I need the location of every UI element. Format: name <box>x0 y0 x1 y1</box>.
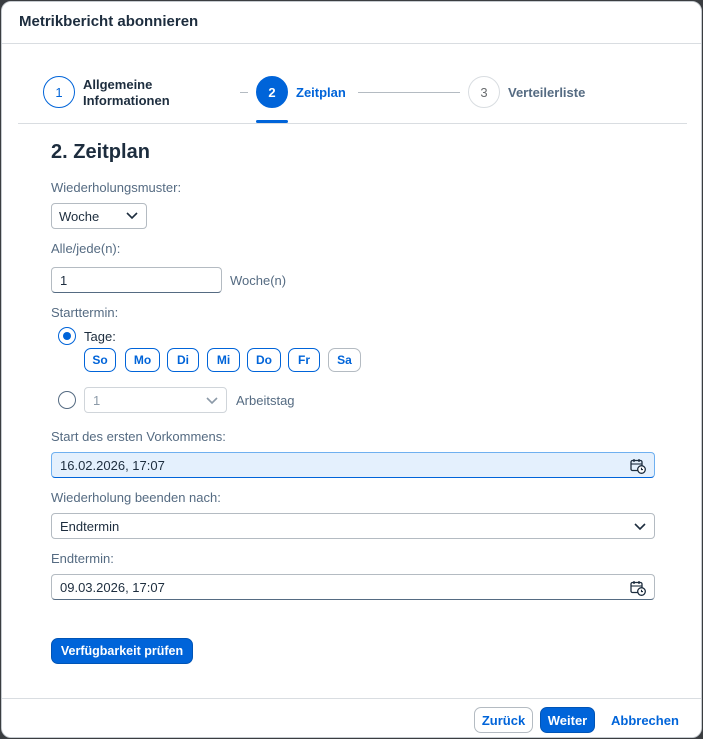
day-button-mo[interactable]: Mo <box>125 348 160 372</box>
wizard-steps: 1 Allgemeine Informationen 2 Zeitplan 3 … <box>18 44 687 124</box>
calendar-clock-icon[interactable] <box>630 580 646 596</box>
day-button-fr[interactable]: Fr <box>288 348 320 372</box>
active-step-indicator <box>256 120 288 123</box>
first-occurrence-label: Start des ersten Vorkommens: <box>51 429 226 444</box>
first-occurrence-input[interactable]: 16.02.2026, 17:07 <box>51 452 655 478</box>
days-radio[interactable] <box>58 327 76 345</box>
start-label: Starttermin: <box>51 305 119 320</box>
step-3-label[interactable]: Verteilerliste <box>508 85 585 101</box>
day-button-so[interactable]: So <box>84 348 116 372</box>
chevron-down-icon <box>126 212 138 220</box>
end-after-select[interactable]: Endtermin <box>51 513 655 539</box>
end-date-label: Endtermin: <box>51 551 114 566</box>
first-occurrence-value: 16.02.2026, 17:07 <box>60 458 165 473</box>
workday-radio[interactable] <box>58 391 76 409</box>
cancel-button[interactable]: Abbrechen <box>611 713 679 728</box>
recurrence-label: Wiederholungsmuster: <box>51 180 182 195</box>
end-after-value: Endtermin <box>60 519 120 534</box>
step-1-circle[interactable]: 1 <box>43 76 75 108</box>
dialog-header: Metrikbericht abonnieren <box>2 2 701 44</box>
chevron-down-icon <box>206 397 218 405</box>
dialog-title: Metrikbericht abonnieren <box>19 13 199 30</box>
workday-label: Arbeitstag <box>236 393 295 408</box>
dialog-footer: Zurück Weiter Abbrechen <box>2 698 701 737</box>
step-3-circle[interactable]: 3 <box>468 76 500 108</box>
chevron-down-icon <box>634 523 646 531</box>
every-input[interactable]: 1 <box>51 267 222 293</box>
calendar-clock-icon[interactable] <box>630 458 646 474</box>
day-button-di[interactable]: Di <box>167 348 199 372</box>
section-title: 2. Zeitplan <box>51 141 150 163</box>
check-availability-button[interactable]: Verfügbarkeit prüfen <box>51 638 193 664</box>
workday-select[interactable]: 1 <box>84 387 227 413</box>
workday-value: 1 <box>93 393 101 408</box>
step-2-circle[interactable]: 2 <box>256 76 288 108</box>
step-1-label[interactable]: Allgemeine Informationen <box>83 77 170 109</box>
every-unit: Woche(n) <box>230 273 287 288</box>
day-button-mi[interactable]: Mi <box>207 348 240 372</box>
days-option-label: Tage: <box>84 329 116 344</box>
end-date-input[interactable]: 09.03.2026, 17:07 <box>51 574 655 600</box>
recurrence-value: Woche <box>59 209 100 224</box>
back-button[interactable]: Zurück <box>474 707 533 733</box>
day-button-do[interactable]: Do <box>247 348 281 372</box>
step-2-label[interactable]: Zeitplan <box>296 85 346 101</box>
end-date-value: 09.03.2026, 17:07 <box>60 580 165 595</box>
step-connector <box>358 92 460 93</box>
day-button-sa[interactable]: Sa <box>328 348 361 372</box>
subscribe-dialog: Metrikbericht abonnieren 1 Allgemeine In… <box>1 1 702 738</box>
next-button[interactable]: Weiter <box>540 707 595 733</box>
every-label: Alle/jede(n): <box>51 241 121 256</box>
recurrence-select[interactable]: Woche <box>51 203 147 229</box>
step-connector <box>240 92 248 93</box>
end-after-label: Wiederholung beenden nach: <box>51 490 221 505</box>
